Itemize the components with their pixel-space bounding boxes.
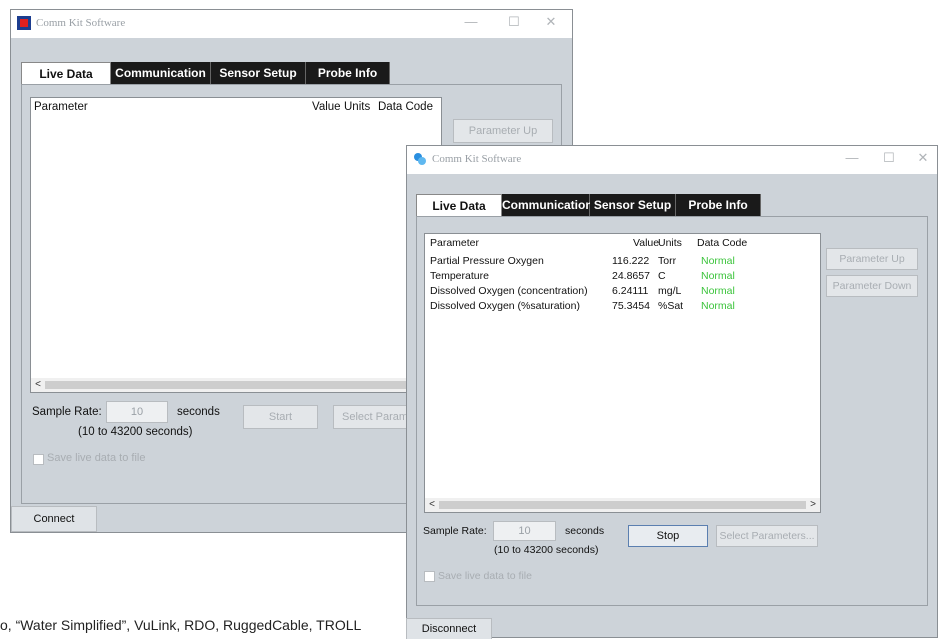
start-button[interactable]: Start — [243, 405, 318, 429]
horizontal-scrollbar[interactable]: < > — [425, 498, 820, 512]
sample-rate-label: Sample Rate: — [32, 406, 102, 418]
sample-rate-label: Sample Rate: — [423, 525, 487, 537]
cell-units: Torr — [658, 255, 677, 267]
tab-bar: Live Data Communication Sensor Setup Pro… — [416, 194, 761, 216]
app-icon — [414, 153, 426, 165]
app-icon — [17, 16, 31, 30]
cell-units: %Sat — [658, 300, 684, 312]
cell-data-code: Normal — [701, 285, 735, 297]
cell-parameter: Dissolved Oxygen (%saturation) — [430, 300, 580, 312]
parameter-up-button[interactable]: Parameter Up — [453, 119, 553, 143]
select-parameters-button[interactable]: Select Param — [333, 405, 411, 429]
tab-live-data[interactable]: Live Data — [416, 194, 502, 216]
tab-communication[interactable]: Communication — [502, 194, 593, 216]
tab-sensor-setup[interactable]: Sensor Setup — [590, 194, 676, 216]
save-live-checkbox[interactable] — [33, 454, 44, 465]
cell-value: 24.8657 — [612, 270, 650, 282]
header-data-code[interactable]: Data Code — [378, 101, 433, 113]
header-units[interactable]: Units — [658, 237, 682, 249]
parameter-list[interactable]: Parameter Value Units Data Code Partial … — [424, 233, 821, 513]
trademark-caption: o, “Water Simplified”, VuLink, RDO, Rugg… — [0, 617, 362, 633]
header-data-code[interactable]: Data Code — [697, 237, 747, 249]
header-value[interactable]: Value — [633, 237, 659, 249]
maximize-button[interactable]: ☐ — [504, 14, 524, 30]
sample-rate-input[interactable]: 10 — [106, 401, 168, 423]
title-bar: Comm Kit Software — ☐ ✕ — [407, 146, 937, 174]
tab-live-data[interactable]: Live Data — [21, 62, 111, 84]
window-title: Comm Kit Software — [432, 153, 522, 165]
parameter-list[interactable]: Parameter Value Units Data Code < — [30, 97, 442, 393]
save-live-label: Save live data to file — [47, 452, 146, 464]
tab-communication[interactable]: Communication — [111, 62, 211, 84]
table-row[interactable]: Temperature 24.8657 C Normal — [425, 269, 820, 284]
cell-units: C — [658, 270, 666, 282]
title-bar: Comm Kit Software — ☐ ✕ — [11, 10, 572, 38]
range-label: (10 to 43200 seconds) — [494, 544, 599, 556]
minimize-button[interactable]: — — [461, 14, 481, 29]
select-parameters-button[interactable]: Select Parameters... — [716, 525, 818, 547]
header-parameter[interactable]: Parameter — [430, 237, 479, 249]
parameter-up-button[interactable]: Parameter Up — [826, 248, 918, 270]
table-row[interactable]: Dissolved Oxygen (concentration) 6.24111… — [425, 284, 820, 299]
close-button[interactable]: ✕ — [913, 150, 933, 166]
seconds-label: seconds — [565, 525, 605, 537]
scroll-thumb[interactable] — [439, 501, 806, 509]
cell-parameter: Temperature — [430, 270, 489, 282]
header-units[interactable]: Units — [344, 101, 370, 113]
header-parameter[interactable]: Parameter — [34, 101, 88, 113]
cell-data-code: Normal — [701, 300, 735, 312]
scroll-left-icon[interactable]: < — [31, 378, 45, 392]
comm-kit-window-front: Comm Kit Software — ☐ ✕ Live Data Commun… — [406, 145, 938, 639]
tab-probe-info[interactable]: Probe Info — [306, 62, 390, 84]
stop-button[interactable]: Stop — [628, 525, 708, 547]
close-button[interactable]: ✕ — [541, 14, 561, 30]
maximize-button[interactable]: ☐ — [879, 150, 899, 166]
disconnect-button[interactable]: Disconnect — [406, 618, 492, 639]
scroll-right-icon[interactable]: > — [806, 498, 820, 512]
cell-units: mg/L — [658, 285, 682, 297]
range-label: (10 to 43200 seconds) — [78, 426, 193, 438]
cell-value: 6.24111 — [612, 285, 649, 297]
cell-value: 116.222 — [612, 255, 650, 267]
cell-parameter: Dissolved Oxygen (concentration) — [430, 285, 588, 297]
save-live-checkbox[interactable] — [424, 571, 435, 582]
sample-rate-input[interactable]: 10 — [493, 521, 556, 541]
scroll-left-icon[interactable]: < — [425, 498, 439, 512]
connect-button[interactable]: Connect — [11, 506, 97, 532]
minimize-button[interactable]: — — [842, 150, 862, 165]
tab-bar: Live Data Communication Sensor Setup Pro… — [21, 62, 390, 84]
tab-probe-info[interactable]: Probe Info — [676, 194, 761, 216]
window-title: Comm Kit Software — [36, 17, 126, 29]
scroll-thumb[interactable] — [45, 381, 427, 389]
header-value[interactable]: Value — [312, 101, 341, 113]
list-header: Parameter Value Units Data Code — [31, 98, 441, 116]
cell-parameter: Partial Pressure Oxygen — [430, 255, 544, 267]
seconds-label: seconds — [177, 406, 220, 418]
list-header: Parameter Value Units Data Code — [425, 234, 820, 252]
table-row[interactable]: Dissolved Oxygen (%saturation) 75.3454 %… — [425, 299, 820, 314]
parameter-down-button[interactable]: Parameter Down — [826, 275, 918, 297]
cell-value: 75.3454 — [612, 300, 650, 312]
cell-data-code: Normal — [701, 270, 735, 282]
horizontal-scrollbar[interactable]: < — [31, 378, 441, 392]
cell-data-code: Normal — [701, 255, 735, 267]
table-row[interactable]: Partial Pressure Oxygen 116.222 Torr Nor… — [425, 254, 820, 269]
save-live-label: Save live data to file — [438, 570, 532, 582]
tab-sensor-setup[interactable]: Sensor Setup — [211, 62, 306, 84]
